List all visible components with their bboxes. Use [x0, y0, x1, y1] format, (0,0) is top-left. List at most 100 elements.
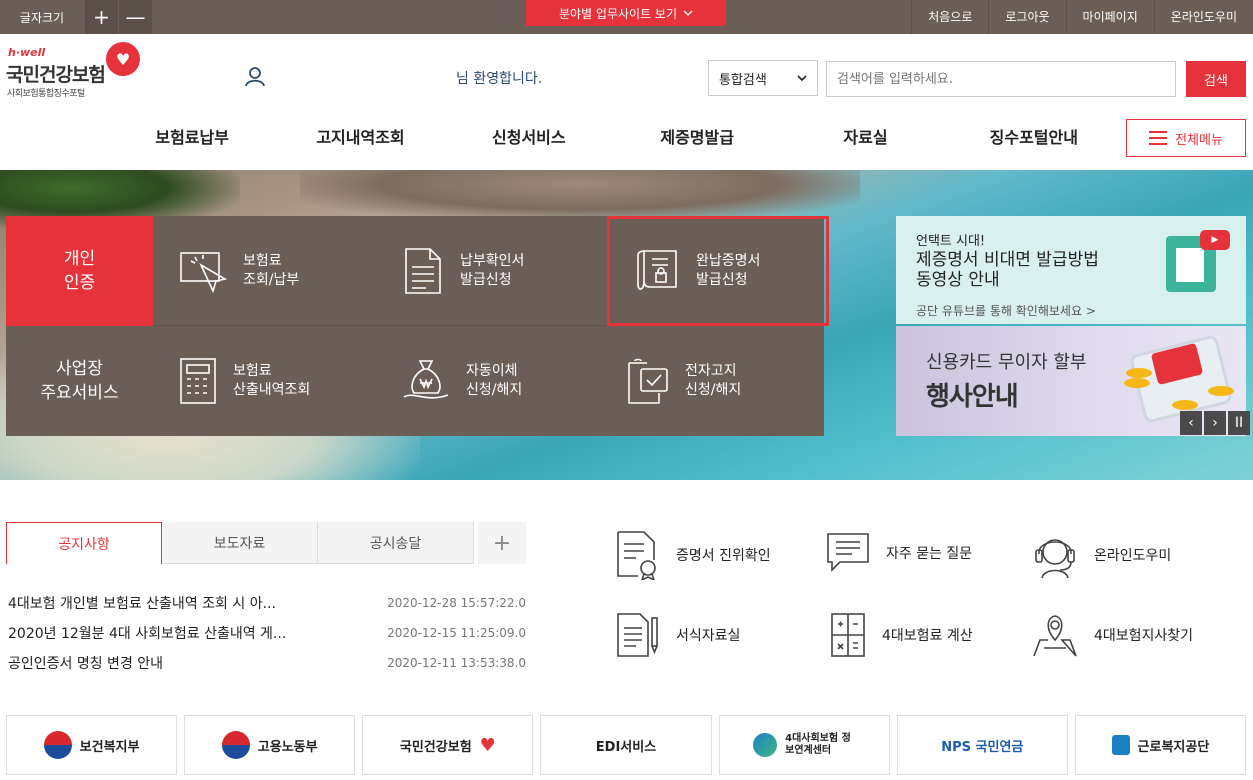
comwel-logo-icon [1111, 735, 1130, 755]
faq-icon [827, 533, 869, 572]
search-scope-value: 통합검색 [719, 72, 767, 88]
field-site-dropdown-button[interactable]: 분야별 업무사이트 보기 [526, 0, 726, 26]
calculator-icon [180, 358, 216, 404]
business-services-category[interactable]: 사업장 주요서비스 [6, 326, 153, 436]
nav-certificate-issue[interactable]: 제증명발급 [613, 124, 781, 148]
partner-label: 4대사회보험 정보연계센터 [785, 733, 851, 756]
quick-premium-calculator[interactable]: 4대보험료 계산 [830, 612, 973, 658]
main-service-panel: 개인 인증 사업장 주요서비스 보험료조회/납부 납부확인서발급신청 완납증명서… [6, 216, 829, 436]
partner-edi[interactable]: EDI서비스 [540, 715, 712, 775]
service-line2: 조회/납부 [243, 272, 300, 288]
swirl-icon [753, 733, 778, 757]
tab-notices[interactable]: 공지사항 [6, 522, 162, 564]
field-site-label: 분야별 업무사이트 보기 [558, 6, 678, 21]
certificate-icon [637, 250, 677, 290]
service-premium-calculation[interactable]: 보험료 산출내역조회 [153, 326, 375, 436]
nav-portal-guide[interactable]: 징수포털안내 [950, 124, 1118, 148]
partner-comwel[interactable]: 근로복지공단 [1074, 715, 1246, 775]
site-header [0, 34, 1253, 170]
partner-label: NPS 국민연금 [941, 739, 1024, 755]
banner-bottom-line1: 신용카드 무이자 할부 [926, 352, 1087, 373]
all-menu-button[interactable]: 전체메뉴 [1126, 119, 1246, 157]
service-line1: 납부확인서 [460, 253, 525, 269]
quick-label: 서식자료실 [676, 628, 741, 644]
partner-nps[interactable]: NPS 국민연금 [896, 715, 1068, 775]
font-increase-button[interactable]: + [84, 0, 118, 34]
video-guide-banner[interactable]: 언택트 시대! 제증명서 비대면 발급방법 동영상 안내 공단 유튜브를 통해 … [896, 216, 1246, 324]
service-line1: 자동이체 [466, 363, 518, 379]
personal-auth-label: 개인 인증 [63, 249, 96, 293]
headset-icon [1035, 539, 1075, 579]
banner-pause-button[interactable]: II [1228, 411, 1250, 435]
nav-application-service[interactable]: 신청서비스 [445, 124, 613, 148]
partner-label: 보건복지부 [79, 739, 140, 755]
chevron-down-icon [683, 10, 693, 16]
quick-faq[interactable]: 자주 묻는 질문 [826, 530, 972, 576]
all-menu-label: 전체메뉴 [1175, 132, 1223, 148]
site-logo[interactable]: h·well 국민건강보험 사회보험통합징수포털 ♥ [6, 42, 146, 102]
logo-brand: h·well [8, 46, 46, 59]
board-tabs: 공지사항 보도자료 공시송달 + [6, 522, 526, 564]
coin-icon [1124, 378, 1150, 388]
logo-subtitle: 사회보험통합징수포털 [7, 89, 85, 99]
personal-auth-category[interactable]: 개인 인증 [6, 216, 153, 326]
banner-next-button[interactable]: › [1204, 411, 1226, 435]
partner-nhis[interactable]: 국민건강보험 ♥ [362, 715, 534, 775]
search-input[interactable] [826, 61, 1176, 97]
quick-certificate-verify[interactable]: 증명서 진위확인 [614, 530, 771, 580]
banner-top-line3: 공단 유튜브를 통해 확인해보세요 > [916, 304, 1096, 318]
notice-title: 공인인증서 명칭 변경 안내 [8, 656, 164, 672]
list-item[interactable]: 4대보험 개인별 보험료 산출내역 조회 시 아... 2020-12-28 15… [8, 588, 526, 618]
partner-label: 국민건강보험 [399, 739, 472, 755]
banner-prev-button[interactable]: ‹ [1180, 411, 1202, 435]
tab-press-releases[interactable]: 보도자료 [162, 522, 318, 564]
list-item[interactable]: 2020년 12월분 4대 사회보험료 산출내역 게... 2020-12-15 … [8, 618, 526, 648]
service-line1: 보험료 [243, 253, 282, 269]
service-line2: 발급신청 [460, 272, 512, 288]
partner-4insure[interactable]: 4대사회보험 정보연계센터 [718, 715, 890, 775]
logout-link[interactable]: 로그아웃 [988, 0, 1065, 34]
coin-icon [1208, 386, 1234, 396]
online-help-link[interactable]: 온라인도우미 [1153, 0, 1253, 34]
service-e-notice[interactable]: 전자고지 신청/해지 [599, 326, 821, 436]
list-item[interactable]: 공인인증서 명칭 변경 안내 2020-12-11 13:53:38.0 [8, 648, 526, 678]
map-pin-icon [1033, 615, 1077, 657]
search-scope-select[interactable]: 통합검색 [708, 60, 818, 96]
font-decrease-button[interactable]: — [118, 0, 152, 34]
search-button[interactable]: 검색 [1186, 61, 1246, 97]
banner-top-line1: 언택트 시대! [916, 234, 986, 249]
nav-resources[interactable]: 자료실 [781, 124, 949, 148]
home-link[interactable]: 처음으로 [911, 0, 988, 34]
heart-icon: ♥ [106, 42, 140, 76]
rocks-image [300, 170, 860, 220]
mypage-link[interactable]: 마이페이지 [1065, 0, 1154, 34]
nav-notice-inquiry[interactable]: 고지내역조회 [276, 124, 444, 148]
notice-title: 4대보험 개인별 보험료 산출내역 조회 시 아... [8, 596, 276, 612]
banner-top-line2: 제증명서 비대면 발급방법 동영상 안내 [916, 250, 1099, 290]
form-document-icon [617, 613, 658, 657]
partner-moel[interactable]: 고용노동부 [184, 715, 356, 775]
coin-icon [1172, 400, 1198, 410]
tab-public-service[interactable]: 공시송달 [318, 522, 474, 564]
youtube-icon: ▶ [1200, 230, 1230, 250]
service-premium-payment[interactable]: 보험료조회/납부 [153, 216, 375, 326]
quick-branch-finder[interactable]: 4대보험지사찾기 [1032, 612, 1193, 658]
service-auto-transfer[interactable]: 자동이체 신청/해지 [376, 326, 598, 436]
service-payment-confirmation[interactable]: 납부확인서발급신청 [376, 216, 598, 326]
quick-label: 증명서 진위확인 [676, 548, 771, 564]
font-size-control: 글자크기 + — [0, 0, 152, 34]
partner-label: 근로복지공단 [1137, 739, 1210, 755]
nav-premium-payment[interactable]: 보험료납부 [108, 124, 276, 148]
main-navigation: 보험료납부 고지내역조회 신청서비스 제증명발급 자료실 징수포털안내 [108, 124, 1118, 148]
more-button[interactable]: + [478, 522, 526, 564]
notice-list: 4대보험 개인별 보험료 산출내역 조회 시 아... 2020-12-28 15… [8, 588, 526, 678]
service-full-payment-certificate[interactable]: 완납증명서 발급신청 [607, 216, 829, 326]
quick-form-library[interactable]: 서식자료실 [614, 612, 740, 658]
service-line1: 완납증명서 [696, 253, 761, 269]
font-size-label: 글자크기 [19, 10, 65, 25]
quick-label: 자주 묻는 질문 [886, 546, 973, 562]
quick-online-help[interactable]: 온라인도우미 [1032, 530, 1171, 580]
welcome-message: 님 환영합니다. [456, 71, 543, 87]
partner-mohw[interactable]: 보건복지부 [6, 715, 178, 775]
document-icon [405, 248, 441, 294]
